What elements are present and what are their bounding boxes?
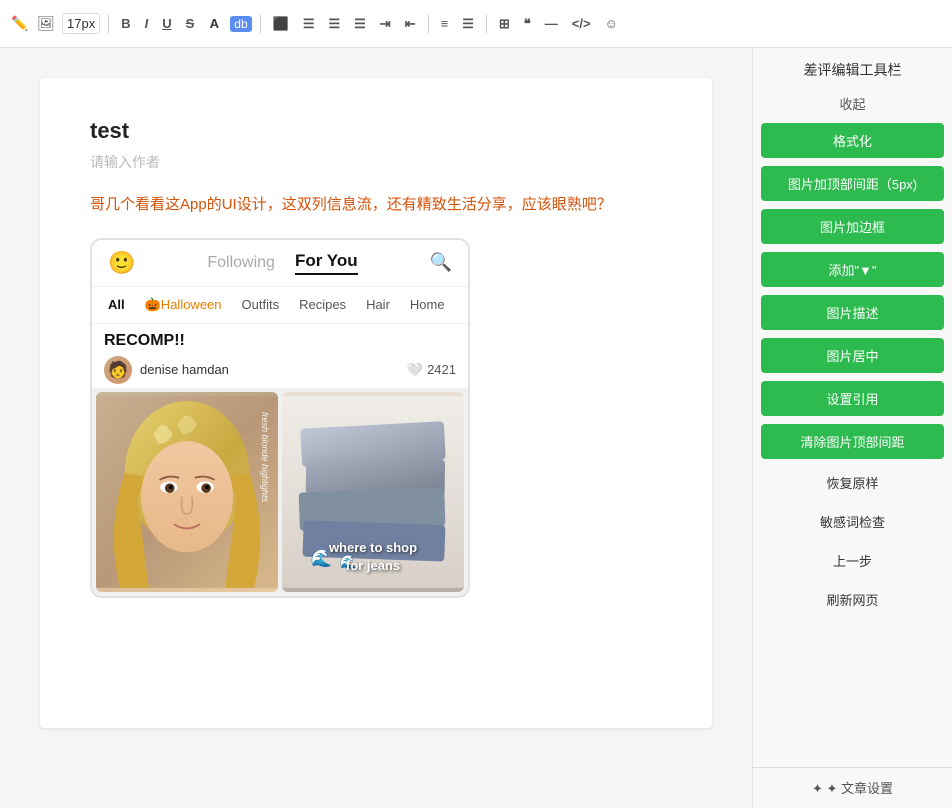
username: denise hamdan [140, 362, 229, 377]
panel-title: 差评编辑工具栏 [761, 60, 944, 80]
category-all[interactable]: All [104, 295, 129, 315]
align-right-button[interactable]: ☰ [324, 14, 344, 34]
image-center-button[interactable]: 图片居中 [761, 338, 944, 373]
emoji-button[interactable]: ☺ [601, 14, 622, 33]
sensitive-check-button[interactable]: 敏感词检查 [761, 506, 944, 537]
editor-toolbar: ✏️ 🖼 17px B I U S A db ⬛ ☰ ☰ ☰ ⇥ ⇤ ≡ ☰ ⊞… [0, 0, 952, 48]
table-button[interactable]: ⊞ [495, 14, 514, 34]
category-home[interactable]: Home [406, 295, 449, 315]
like-count: 🤍 2421 [407, 362, 456, 378]
face-scan-icon[interactable]: 🙂 [108, 250, 135, 276]
code-button[interactable]: </> [568, 14, 595, 33]
align-left-button[interactable]: ⬛ [269, 14, 293, 34]
undo-button[interactable]: 上一步 [761, 545, 944, 576]
main-area: test 请输入作者 哥几个看看这App的UI设计，这双列信息流，还有精致生活分… [0, 48, 952, 808]
category-bar: All 🎃Halloween Outfits Recipes Hair Home [92, 287, 468, 324]
divider-4 [486, 15, 487, 33]
avatar: 🧑 [104, 356, 132, 384]
article-settings-label: ✦ ✦ 文章设置 [812, 781, 893, 796]
category-recipes[interactable]: Recipes [295, 295, 350, 315]
app-tabs: Following For You [207, 251, 357, 275]
font-color-button[interactable]: A [204, 14, 224, 34]
tab-for-you[interactable]: For You [295, 251, 358, 275]
highlight-button[interactable]: db [230, 16, 251, 32]
add-arrow-button[interactable]: 添加"▼" [761, 252, 944, 287]
jeans-label: where to shop for jeans [329, 539, 417, 575]
list-ol-button[interactable]: ☰ [458, 14, 478, 34]
collapse-button[interactable]: 收起 [761, 92, 944, 115]
underline-button[interactable]: U [158, 14, 175, 33]
doc-title: test [90, 118, 662, 144]
app-header: 🙂 Following For You 🔍 [92, 240, 468, 287]
indent-button[interactable]: ⇥ [376, 14, 395, 34]
image-card-left[interactable]: fresh blonde highlights [96, 392, 278, 592]
editor-area: test 请输入作者 哥几个看看这App的UI设计，这双列信息流，还有精致生活分… [0, 48, 752, 808]
image-desc-button[interactable]: 图片描述 [761, 295, 944, 330]
phone-mockup: 🙂 Following For You 🔍 All 🎃Halloween Out… [90, 238, 470, 598]
category-halloween[interactable]: 🎃Halloween [141, 295, 226, 315]
pen-icon[interactable]: ✏️ [10, 14, 30, 34]
category-outfits[interactable]: Outfits [238, 295, 284, 315]
recomp-title: RECOMP!! [104, 332, 456, 350]
divider-2 [260, 15, 261, 33]
app-search-icon[interactable]: 🔍 [430, 252, 452, 273]
add-border-button[interactable]: 图片加边框 [761, 209, 944, 244]
outdent-button[interactable]: ⇤ [401, 14, 420, 34]
recomp-user: 🧑 denise hamdan 🤍 2421 [104, 356, 456, 384]
like-number: 2421 [427, 362, 456, 377]
clear-top-padding-button[interactable]: 清除图片顶部间距 [761, 424, 944, 459]
image-icon[interactable]: 🖼 [36, 14, 56, 34]
align-center-button[interactable]: ☰ [299, 14, 319, 34]
right-panel: 差评编辑工具栏 收起 格式化 图片加顶部间距（5px) 图片加边框 添加"▼" … [752, 48, 952, 808]
bold-button[interactable]: B [117, 14, 134, 33]
doc-body-text: 哥几个看看这App的UI设计，这双列信息流，还有精致生活分享，应该眼熟吧？ [90, 192, 662, 218]
tab-following[interactable]: Following [207, 254, 275, 272]
divider-1 [108, 15, 109, 33]
hr-button[interactable]: — [541, 14, 562, 33]
font-size-selector[interactable]: 17px [62, 13, 100, 34]
article-settings[interactable]: ✦ ✦ 文章设置 [753, 767, 952, 808]
refresh-button[interactable]: 刷新网页 [761, 584, 944, 615]
chevron-up-icon: ✦ [812, 781, 823, 796]
strikethrough-button[interactable]: S [182, 14, 199, 33]
align-justify-button[interactable]: ☰ [350, 14, 370, 34]
set-quote-button[interactable]: 设置引用 [761, 381, 944, 416]
restore-button[interactable]: 恢复原样 [761, 467, 944, 498]
add-top-padding-button[interactable]: 图片加顶部间距（5px) [761, 166, 944, 201]
avatar-image: 🧑 [108, 360, 128, 380]
image-card-right[interactable]: 🌊 🌊 where to shop for jeans [282, 392, 464, 592]
image-grid: fresh blonde highlights [92, 388, 468, 596]
quote-button[interactable]: ❝ [520, 14, 535, 34]
article-settings-text: ✦ 文章设置 [827, 781, 894, 796]
category-hair[interactable]: Hair [362, 295, 394, 315]
divider-3 [428, 15, 429, 33]
italic-button[interactable]: I [141, 14, 153, 33]
recomp-header: RECOMP!! 🧑 denise hamdan 🤍 2421 [92, 324, 468, 388]
img-left-label: fresh blonde highlights [260, 412, 270, 502]
list-button[interactable]: ≡ [437, 14, 453, 33]
editor-content: test 请输入作者 哥几个看看这App的UI设计，这双列信息流，还有精致生活分… [40, 78, 712, 728]
heart-icon: 🤍 [407, 362, 423, 378]
format-button[interactable]: 格式化 [761, 123, 944, 158]
doc-author-placeholder[interactable]: 请输入作者 [90, 152, 662, 172]
